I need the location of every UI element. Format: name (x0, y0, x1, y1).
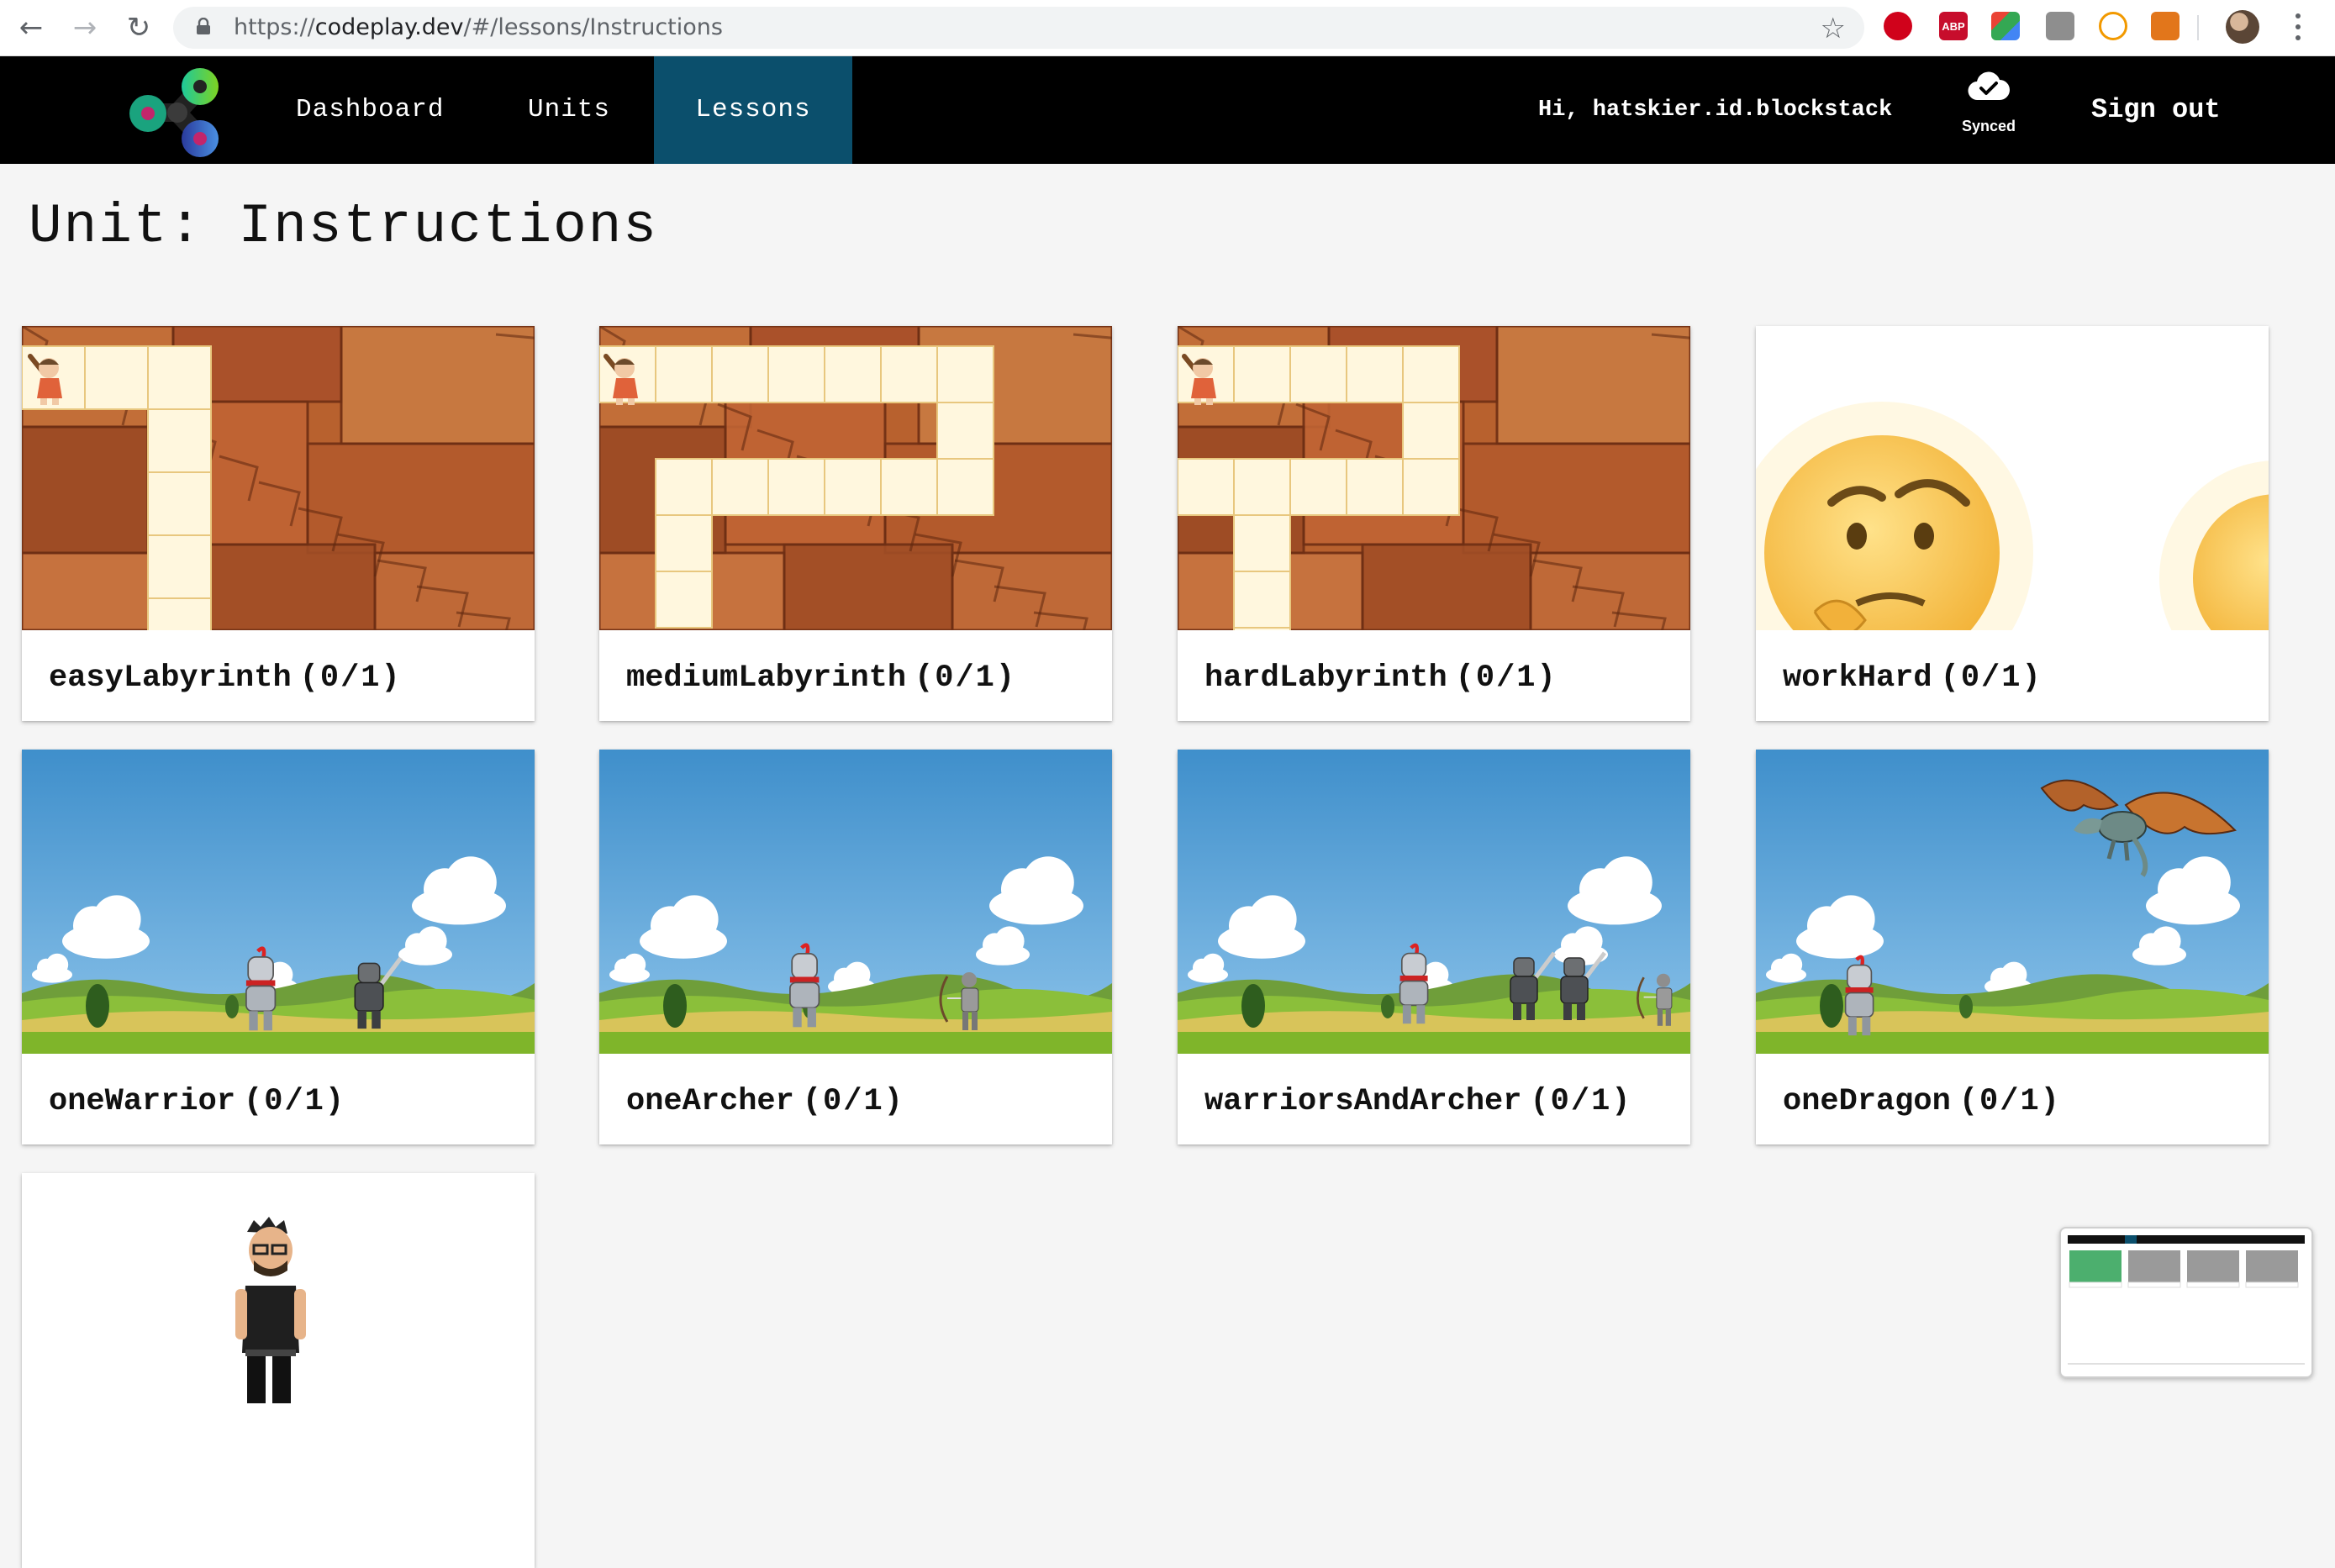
lesson-card[interactable]: warriorsAndArcher (0/1) (1178, 750, 1690, 1144)
codeplay-logo[interactable] (128, 63, 227, 162)
lesson-name: hardLabyrinth (1204, 660, 1447, 696)
lesson-card[interactable]: workHard (0/1) (1756, 326, 2269, 721)
lesson-label: warriorsAndArcher (0/1) (1204, 1054, 1632, 1144)
lesson-card[interactable] (22, 1173, 535, 1568)
sync-label: Synced (1961, 118, 2016, 134)
lesson-progress: (0/1) (914, 660, 1017, 696)
lesson-thumbnail (1756, 326, 2269, 630)
reload-icon[interactable]: ↻ (119, 8, 158, 47)
lesson-progress: (0/1) (299, 660, 402, 696)
lesson-label: workHard (0/1) (1783, 630, 2042, 721)
lesson-progress: (0/1) (1530, 1084, 1632, 1119)
adblock-plus-icon[interactable]: ABP (1939, 12, 1968, 40)
lesson-thumbnail (22, 1173, 535, 1477)
lesson-label: oneArcher (0/1) (626, 1054, 904, 1144)
nav-dashboard[interactable]: Dashboard (256, 56, 484, 164)
bookmark-star-icon[interactable]: ☆ (1821, 12, 1846, 45)
lesson-thumbnail (1756, 750, 2269, 1054)
signout-button[interactable]: Sign out (2091, 56, 2221, 164)
lesson-progress: (0/1) (244, 1084, 346, 1119)
page-minimap-preview[interactable] (2059, 1227, 2313, 1378)
lesson-card[interactable]: oneArcher (0/1) (599, 750, 1112, 1144)
color-picker-icon[interactable] (1991, 12, 2020, 40)
timer-icon[interactable] (2099, 12, 2127, 40)
lesson-label: easyLabyrinth (0/1) (49, 630, 402, 721)
lesson-label: oneDragon (0/1) (1783, 1054, 2061, 1144)
back-arrow-icon[interactable]: ← (12, 8, 50, 47)
nav-units[interactable]: Units (488, 56, 651, 164)
lesson-name: warriorsAndArcher (1204, 1084, 1522, 1119)
lesson-card[interactable]: oneDragon (0/1) (1756, 750, 2269, 1144)
lesson-card[interactable]: oneWarrior (0/1) (22, 750, 535, 1144)
lesson-thumbnail (599, 750, 1112, 1054)
browser-menu-icon[interactable] (2288, 10, 2308, 44)
lesson-thumbnail (22, 326, 535, 630)
tab-manager-icon[interactable] (2046, 12, 2074, 40)
lesson-label: hardLabyrinth (0/1) (1204, 630, 1558, 721)
nav-lessons[interactable]: Lessons (654, 56, 852, 164)
sync-status[interactable]: Synced (1948, 71, 2029, 135)
forward-arrow-icon[interactable]: → (66, 8, 104, 47)
lesson-progress: (0/1) (1958, 1084, 2061, 1119)
user-greeting: Hi, hatskier.id.blockstack (1538, 97, 1893, 123)
toolbar-divider (2197, 15, 2199, 40)
lesson-name: oneArcher (626, 1084, 794, 1119)
lesson-name: easyLabyrinth (49, 660, 292, 696)
url-host: codeplay.dev (314, 14, 464, 40)
lesson-progress: (0/1) (802, 1084, 904, 1119)
lesson-label: oneWarrior (0/1) (49, 1054, 345, 1144)
lesson-thumbnail (22, 750, 535, 1054)
ublock-icon[interactable] (1884, 12, 1912, 40)
lesson-card[interactable]: mediumLabyrinth (0/1) (599, 326, 1112, 721)
browser-toolbar: ← → ↻ https://codeplay.dev/#/lessons/Ins… (0, 0, 2335, 56)
app-nav-bar: Dashboard Units Lessons Hi, hatskier.id.… (0, 56, 2335, 164)
url-text: https://codeplay.dev/#/lessons/Instructi… (234, 7, 723, 49)
lesson-name: oneWarrior (49, 1084, 236, 1119)
lesson-card[interactable]: easyLabyrinth (0/1) (22, 326, 535, 721)
lesson-name: oneDragon (1783, 1084, 1951, 1119)
lesson-name: mediumLabyrinth (626, 660, 907, 696)
lesson-thumbnail (1178, 326, 1690, 630)
cloud-check-icon (1968, 71, 2010, 101)
profile-avatar[interactable] (2226, 10, 2259, 44)
lesson-thumbnail (1178, 750, 1690, 1054)
metamask-icon[interactable] (2151, 12, 2180, 40)
page-title: Unit: Instructions (29, 195, 658, 258)
lesson-progress: (0/1) (1455, 660, 1558, 696)
lesson-thumbnail (599, 326, 1112, 630)
url-scheme: https:// (234, 14, 315, 40)
lesson-progress: (0/1) (1940, 660, 2042, 696)
lock-icon (197, 18, 210, 34)
lesson-label: mediumLabyrinth (0/1) (626, 630, 1016, 721)
lesson-name: workHard (1783, 660, 1932, 696)
address-bar[interactable]: https://codeplay.dev/#/lessons/Instructi… (173, 7, 1864, 49)
url-path: /#/lessons/Instructions (463, 14, 723, 40)
lesson-card[interactable]: hardLabyrinth (0/1) (1178, 326, 1690, 721)
